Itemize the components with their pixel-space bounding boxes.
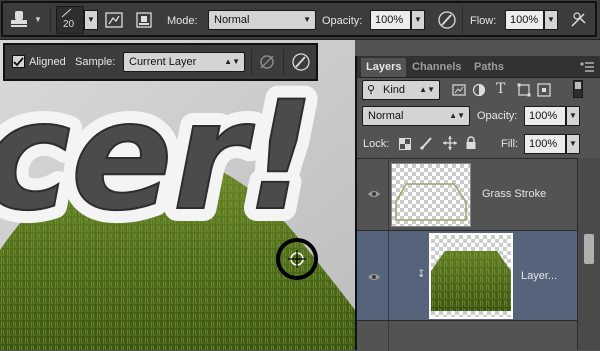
layer-opacity-label: Opacity: [477,110,518,122]
brush-size-value: 20 [63,19,75,30]
mode-chevron-down-icon: ▼ [303,15,311,24]
flow-chevron-down-icon[interactable]: ▼ [544,10,558,30]
layers-scrollbar-thumb[interactable] [584,234,594,264]
lock-position-icon[interactable] [443,136,457,150]
lock-label: Lock: [363,138,390,150]
ignore-adjustment-layers-icon[interactable] [257,52,277,72]
pressure-size-icon[interactable] [290,51,312,73]
fill-input[interactable]: 100% [524,134,566,154]
sample-select[interactable]: Current Layer ▲▼ [123,52,245,72]
layer-opacity-input[interactable]: 100% [524,106,566,126]
opacity-input[interactable]: 100% [370,10,411,30]
filter-toggle-switch[interactable] [573,80,583,98]
layer-list: Grass Stroke ↧ Layer... [357,158,600,351]
layer-name[interactable]: Grass Stroke [482,187,546,201]
brush-panel-toggle-icon[interactable] [104,10,124,30]
lock-all-icon[interactable] [465,136,477,150]
layers-panel: Layers Channels Paths ⚲ Kind ▲▼ T Normal… [355,56,600,351]
pressure-opacity-icon[interactable] [436,9,458,31]
opacity-chevron-down-icon[interactable]: ▼ [411,10,425,30]
blend-updown-icon: ▲▼ [449,111,465,120]
layer-filter-value: Kind [383,84,406,96]
layer-row[interactable] [357,321,600,351]
eye-icon[interactable] [367,188,381,198]
filter-adjustment-icon[interactable] [472,83,486,97]
brush-size-picker[interactable]: 20 [56,6,84,34]
mode-select-value: Normal [214,14,250,26]
clone-stamp-tool-icon[interactable] [8,9,30,31]
panel-menu-icon[interactable] [580,61,594,72]
flow-input[interactable]: 100% [505,10,544,30]
blend-mode-value: Normal [368,110,404,122]
blend-mode-select[interactable]: Normal ▲▼ [362,106,470,126]
layer-row[interactable]: Grass Stroke [357,159,600,231]
tab-paths[interactable]: Paths [469,58,509,77]
layers-scrollbar[interactable] [577,158,600,350]
lock-image-pixels-icon[interactable] [419,136,434,151]
sample-label: Sample: [75,56,116,68]
layer-visibility-cell [357,321,389,351]
layer-name[interactable]: Layer... [521,269,557,283]
layer-opacity-chevron-down-icon[interactable]: ▼ [566,106,580,126]
clone-options-bar: Aligned Sample: Current Layer ▲▼ [3,43,318,81]
svg-text:cer!: cer! [0,70,315,244]
aligned-checkbox[interactable] [12,55,25,68]
layer-filter-select[interactable]: ⚲ Kind ▲▼ [362,80,440,100]
opacity-label: Opacity: [322,15,363,27]
filter-type-icon[interactable]: T [496,81,505,97]
tab-layers[interactable]: Layers [361,58,407,77]
sample-select-value: Current Layer [129,56,197,68]
lock-transparent-pixels-icon[interactable] [399,138,411,150]
flow-label: Flow: [470,15,497,27]
brush-size-chevron-down-icon[interactable]: ▼ [84,10,98,30]
panel-tabs: Layers Channels Paths [357,56,600,78]
layer-row-selected[interactable]: ↧ Layer... [357,231,600,321]
aligned-label: Aligned [29,56,66,68]
options-bar: ▼ 20 ▼ Mode: Normal ▼ Opacity: 100% ▼ Fl… [0,0,600,40]
tool-preset-chevron-down-icon[interactable]: ▼ [34,15,42,24]
layer-thumbnail [391,163,471,227]
filter-smart-object-icon[interactable] [537,83,551,97]
document-canvas[interactable]: cer! cer! [0,40,355,350]
filter-pixel-icon[interactable] [452,83,466,97]
eye-icon[interactable] [367,271,381,281]
canvas-artwork: cer! cer! [0,40,355,350]
canvas-lettering: cer! cer! [0,57,328,257]
clipping-mask-arrow-icon: ↧ [417,269,426,280]
checkmark-icon [13,57,24,67]
tab-channels[interactable]: Channels [407,58,467,77]
sample-updown-icon: ▲▼ [224,57,240,66]
airbrush-icon[interactable] [568,9,592,31]
clone-source-panel-icon[interactable] [134,10,154,30]
search-icon: ⚲ [367,84,376,96]
filter-updown-icon: ▲▼ [419,85,435,94]
filter-shape-icon[interactable] [517,83,531,97]
layer-thumbnail [429,233,513,319]
mode-select[interactable]: Normal ▼ [208,10,316,30]
fill-label: Fill: [501,138,519,150]
mode-label: Mode: [167,15,198,27]
fill-chevron-down-icon[interactable]: ▼ [566,134,580,154]
